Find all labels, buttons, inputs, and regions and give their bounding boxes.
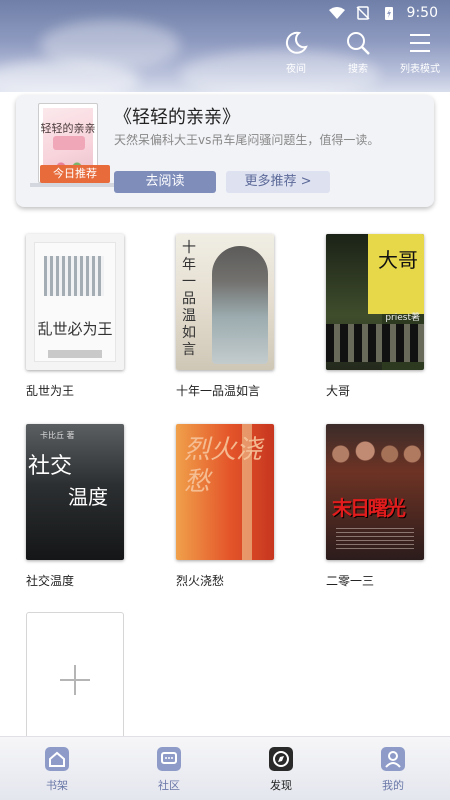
book-cover[interactable]: 十年一品温如言 (176, 234, 274, 370)
bottom-navigation: 书架 社区 发现 我的 (0, 736, 450, 800)
publisher-mark (48, 350, 102, 358)
plus-icon (60, 665, 90, 695)
shelf-divider (30, 183, 124, 187)
compass-icon (269, 747, 293, 771)
search-button[interactable]: 搜索 (334, 30, 382, 75)
cover-title: 乱世必为王 (37, 320, 113, 338)
night-mode-button[interactable]: 夜间 (272, 30, 320, 75)
recommend-cover-title: 轻轻的亲亲 (40, 122, 96, 135)
nav-bookshelf-label: 书架 (46, 779, 68, 792)
book-item[interactable]: 乱世必为王 乱世为王 (26, 234, 124, 399)
book-item[interactable]: 卡比丘 著 社交 温度 社交温度 (26, 424, 124, 589)
cover-title: 烈火浇愁 (184, 435, 263, 497)
nav-community[interactable]: 社区 (139, 745, 199, 793)
nav-community-label: 社区 (158, 779, 180, 792)
cover-author: 卡比丘 著 (40, 431, 75, 440)
status-time: 9:50 (406, 5, 438, 21)
moon-icon (285, 31, 308, 54)
status-bar: 9:50 (0, 0, 450, 26)
book-item[interactable]: 末日曙光 二零一三 (326, 424, 424, 589)
book-cover[interactable]: 烈火浇愁 (176, 424, 274, 560)
list-mode-label: 列表模式 (400, 64, 440, 75)
film-strip (326, 324, 424, 362)
cover-art (44, 256, 104, 296)
bookshelf-icon (45, 747, 69, 771)
book-cover[interactable]: 卡比丘 著 社交 温度 (26, 424, 124, 560)
battery-icon (384, 7, 393, 20)
cover-subtitle: 温度 (68, 485, 108, 509)
book-item[interactable]: 大哥 priest著 大哥 (326, 234, 424, 399)
wifi-icon (328, 7, 345, 19)
book-title: 十年一品温如言 (176, 384, 261, 398)
today-recommend-badge: 今日推荐 (40, 165, 110, 183)
cover-title: 末日曙光 (332, 496, 406, 520)
nav-profile-label: 我的 (382, 779, 404, 792)
book-title: 社交温度 (26, 574, 75, 588)
book-cover[interactable]: 末日曙光 (326, 424, 424, 560)
nav-discover-label: 发现 (270, 779, 292, 792)
list-icon (410, 34, 430, 52)
book-title: 乱世为王 (26, 384, 75, 398)
book-item[interactable]: 烈火浇愁 烈火浇愁 (176, 424, 274, 589)
go-read-button[interactable]: 去阅读 (114, 171, 216, 193)
search-label: 搜索 (348, 64, 368, 75)
cover-author: priest著 (385, 313, 420, 323)
community-icon (157, 747, 181, 771)
recommend-description: 天然呆偏科大王vs吊车尾闷骚问题生，值得一读。 (114, 133, 380, 147)
cover-art (326, 430, 424, 490)
nav-discover[interactable]: 发现 (251, 745, 311, 793)
book-title: 烈火浇愁 (176, 574, 225, 588)
nav-profile[interactable]: 我的 (363, 745, 423, 793)
no-sim-icon (356, 6, 370, 20)
list-mode-button[interactable]: 列表模式 (396, 30, 444, 75)
cover-title: 社交 (28, 454, 73, 479)
more-recommend-button[interactable]: 更多推荐 > (226, 171, 330, 193)
profile-icon (381, 747, 405, 771)
nav-bookshelf[interactable]: 书架 (27, 745, 87, 793)
search-icon (347, 32, 370, 55)
add-book-button[interactable] (26, 612, 124, 748)
cover-title: 十年一品温如言 (182, 240, 196, 358)
daily-recommend-card[interactable]: 轻轻的亲亲 今日推荐 《轻轻的亲亲》 天然呆偏科大王vs吊车尾闷骚问题生，值得一… (16, 95, 434, 207)
night-mode-label: 夜间 (286, 64, 306, 75)
header-actions: 夜间 搜索 列表模式 (272, 30, 444, 75)
cover-art (212, 246, 268, 364)
recommend-title: 《轻轻的亲亲》 (114, 107, 240, 128)
book-title: 二零一三 (326, 574, 375, 588)
book-item[interactable]: 十年一品温如言 十年一品温如言 (176, 234, 274, 399)
book-cover[interactable]: 大哥 priest著 (326, 234, 424, 370)
cover-title: 大哥 (378, 248, 418, 272)
book-cover[interactable]: 乱世必为王 (26, 234, 124, 370)
cover-decoration (53, 136, 85, 150)
book-title: 大哥 (326, 384, 351, 398)
